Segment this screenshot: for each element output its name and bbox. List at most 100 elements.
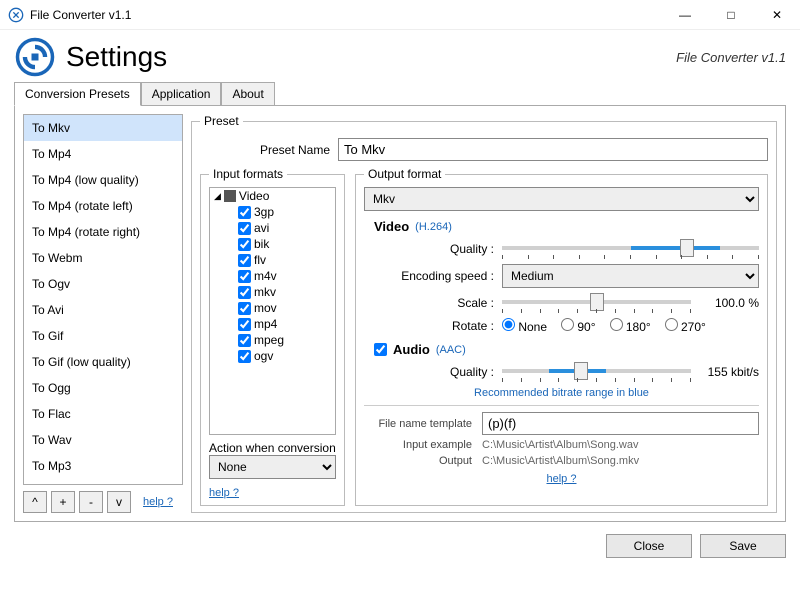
preset-item[interactable]: To Ogg: [24, 375, 182, 401]
move-up-button[interactable]: ^: [23, 491, 47, 513]
format-item[interactable]: 3gp: [210, 204, 335, 220]
format-checkbox[interactable]: [238, 270, 251, 283]
audio-enable-checkbox[interactable]: [374, 343, 387, 356]
rotate-radio[interactable]: [665, 318, 678, 331]
rotate-option[interactable]: 270°: [665, 318, 706, 334]
preset-item[interactable]: To Mp4 (rotate right): [24, 219, 182, 245]
filename-template-input[interactable]: [482, 412, 759, 435]
filename-template-label: File name template: [364, 418, 472, 430]
window-title: File Converter v1.1: [30, 8, 662, 22]
app-name-label: File Converter v1.1: [676, 50, 786, 65]
format-item[interactable]: mov: [210, 300, 335, 316]
filename-help-link[interactable]: help ?: [547, 473, 577, 485]
preset-item[interactable]: To Flac: [24, 401, 182, 427]
format-label: mpeg: [254, 333, 284, 347]
scale-slider[interactable]: [502, 292, 691, 314]
audio-codec: (AAC): [436, 344, 466, 356]
rotate-option[interactable]: None: [502, 318, 547, 334]
action-select[interactable]: None: [209, 455, 336, 479]
preset-name-label: Preset Name: [200, 143, 330, 157]
format-checkbox[interactable]: [238, 222, 251, 235]
tab-application[interactable]: Application: [141, 82, 222, 106]
output-legend: Output format: [364, 167, 445, 181]
output-format-select[interactable]: Mkv: [364, 187, 759, 211]
rotate-radio[interactable]: [561, 318, 574, 331]
tab-panel: To MkvTo Mp4To Mp4 (low quality)To Mp4 (…: [14, 105, 786, 522]
preset-item[interactable]: To Gif: [24, 323, 182, 349]
header: Settings File Converter v1.1: [0, 30, 800, 82]
close-window-button[interactable]: ✕: [754, 0, 800, 30]
format-checkbox[interactable]: [238, 302, 251, 315]
format-checkbox[interactable]: [238, 334, 251, 347]
titlebar: File Converter v1.1 — □ ✕: [0, 0, 800, 30]
audio-quality-value: 155 kbit/s: [699, 365, 759, 379]
preset-item[interactable]: To Avi: [24, 297, 182, 323]
preset-legend: Preset: [200, 114, 243, 128]
format-checkbox[interactable]: [238, 206, 251, 219]
input-example-value: C:\Music\Artist\Album\Song.wav: [482, 439, 639, 451]
format-item[interactable]: mp4: [210, 316, 335, 332]
format-label: bik: [254, 237, 269, 251]
format-checkbox[interactable]: [238, 254, 251, 267]
format-label: avi: [254, 221, 269, 235]
preset-item[interactable]: To Wav: [24, 427, 182, 453]
rotate-radio[interactable]: [502, 318, 515, 331]
output-example-value: C:\Music\Artist\Album\Song.mkv: [482, 455, 639, 467]
format-checkbox[interactable]: [238, 286, 251, 299]
preset-item[interactable]: To Webm: [24, 245, 182, 271]
checkbox-indeterminate-icon[interactable]: [224, 190, 236, 202]
format-item[interactable]: mkv: [210, 284, 335, 300]
input-formats-fieldset: Input formats ◢Video3gpavibikflvm4vmkvmo…: [200, 167, 345, 506]
input-formats-tree[interactable]: ◢Video3gpavibikflvm4vmkvmovmp4mpegogv: [209, 187, 336, 435]
encoding-speed-label: Encoding speed :: [364, 269, 494, 283]
format-checkbox[interactable]: [238, 350, 251, 363]
format-label: mov: [254, 301, 277, 315]
rotate-option[interactable]: 180°: [610, 318, 651, 334]
format-label: 3gp: [254, 205, 274, 219]
audio-head: Audio: [393, 342, 430, 357]
format-item[interactable]: bik: [210, 236, 335, 252]
rotate-radio[interactable]: [610, 318, 623, 331]
move-down-button[interactable]: v: [107, 491, 131, 513]
tab-about[interactable]: About: [221, 82, 274, 106]
preset-item[interactable]: To Mp3: [24, 453, 182, 479]
logo-icon: [14, 36, 56, 78]
save-button[interactable]: Save: [700, 534, 786, 558]
tab-conversion-presets[interactable]: Conversion Presets: [14, 82, 141, 106]
preset-fieldset: Preset Preset Name Input formats ◢Video3…: [191, 114, 777, 513]
footer: Close Save: [0, 530, 800, 568]
format-label: flv: [254, 253, 266, 267]
preset-item[interactable]: To Mkv: [24, 115, 182, 141]
format-item[interactable]: avi: [210, 220, 335, 236]
video-codec: (H.264): [415, 221, 452, 233]
preset-list[interactable]: To MkvTo Mp4To Mp4 (low quality)To Mp4 (…: [23, 114, 183, 485]
close-button[interactable]: Close: [606, 534, 692, 558]
format-label: mp4: [254, 317, 277, 331]
format-checkbox[interactable]: [238, 318, 251, 331]
audio-quality-label: Quality :: [364, 365, 494, 379]
preset-item[interactable]: To Gif (low quality): [24, 349, 182, 375]
preset-name-input[interactable]: [338, 138, 768, 161]
tree-expand-icon[interactable]: ◢: [214, 191, 221, 202]
encoding-speed-select[interactable]: Medium: [502, 264, 759, 288]
format-item[interactable]: flv: [210, 252, 335, 268]
format-item[interactable]: mpeg: [210, 332, 335, 348]
preset-item[interactable]: To Mp4 (low quality): [24, 167, 182, 193]
preset-help-link[interactable]: help ?: [143, 496, 173, 508]
minimize-button[interactable]: —: [662, 0, 708, 30]
format-checkbox[interactable]: [238, 238, 251, 251]
video-quality-slider[interactable]: [502, 238, 759, 260]
preset-item[interactable]: To Mp4: [24, 141, 182, 167]
format-item[interactable]: ogv: [210, 348, 335, 364]
format-item[interactable]: m4v: [210, 268, 335, 284]
add-preset-button[interactable]: +: [51, 491, 75, 513]
remove-preset-button[interactable]: -: [79, 491, 103, 513]
preset-item[interactable]: To Mp4 (rotate left): [24, 193, 182, 219]
rotate-option[interactable]: 90°: [561, 318, 595, 334]
input-formats-help-link[interactable]: help ?: [209, 487, 239, 499]
maximize-button[interactable]: □: [708, 0, 754, 30]
preset-item[interactable]: To Ogv: [24, 271, 182, 297]
audio-hint: Recommended bitrate range in blue: [364, 387, 759, 399]
output-fieldset: Output format Mkv Video (H.264) Quality …: [355, 167, 768, 506]
audio-quality-slider[interactable]: [502, 361, 691, 383]
